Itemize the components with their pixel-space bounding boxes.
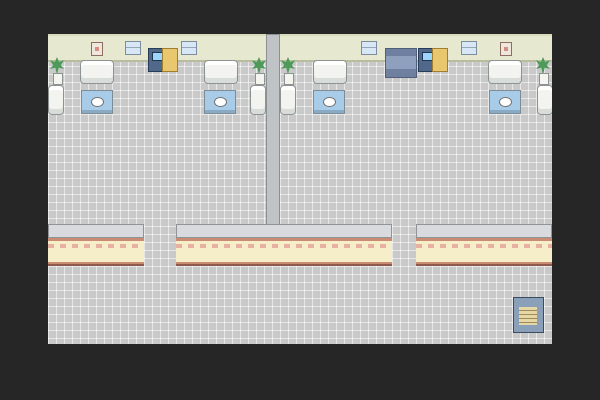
computer-terminal-icon[interactable] [418,48,448,72]
sofa-icon [280,85,296,115]
counter-right [416,224,552,266]
computer-terminal-icon[interactable] [148,48,178,72]
sofa-icon [80,60,114,84]
room-divider [266,34,280,226]
picture-frame-icon [91,42,103,56]
sofa-icon [48,85,64,115]
game-map [48,34,552,344]
picture-frame-icon [500,42,512,56]
sofa-icon [488,60,522,84]
glass-table-icon[interactable] [489,90,521,114]
window-icon [361,41,377,55]
glass-table-icon[interactable] [313,90,345,114]
glass-table-icon[interactable] [81,90,113,114]
sofa-icon [204,60,238,84]
sofa-icon [537,85,552,115]
sofa-icon [313,60,347,84]
bookshelf-icon[interactable] [385,48,417,78]
counter-center [176,224,392,266]
staircase-icon[interactable] [513,297,544,333]
window-icon [181,41,197,55]
potted-plant-icon [280,57,296,85]
window-icon [461,41,477,55]
glass-table-icon[interactable] [204,90,236,114]
potted-plant-icon [251,57,267,85]
sofa-icon [250,85,266,115]
potted-plant-icon [535,57,551,85]
counter-left [48,224,144,266]
window-icon [125,41,141,55]
potted-plant-icon [49,57,65,85]
